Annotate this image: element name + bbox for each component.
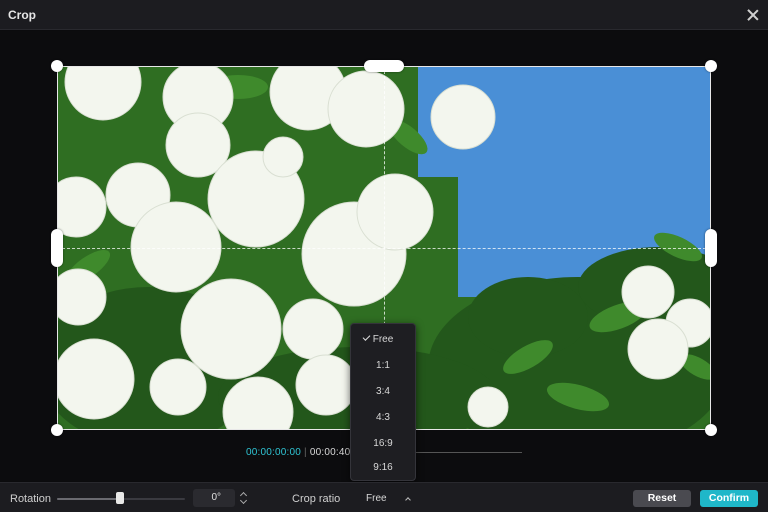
crop-handle-top[interactable] xyxy=(364,60,404,72)
ratio-option-free[interactable]: Free xyxy=(351,327,415,353)
crop-handle-left[interactable] xyxy=(51,229,63,267)
window-title: Crop xyxy=(8,8,36,22)
close-icon[interactable] xyxy=(744,6,762,24)
reset-button[interactable]: Reset xyxy=(633,490,691,507)
rotation-stepper[interactable] xyxy=(238,489,250,507)
ratio-option-16-9[interactable]: 16:9 xyxy=(351,431,415,457)
ratio-option-1-1[interactable]: 1:1 xyxy=(351,353,415,379)
title-bar: Crop xyxy=(0,0,768,30)
confirm-button[interactable]: Confirm xyxy=(700,490,758,507)
crop-ratio-label: Crop ratio xyxy=(292,493,341,505)
crop-handle-right[interactable] xyxy=(705,229,717,267)
timecode-display: 00:00:00:00 | 00:00:40:2 xyxy=(246,447,359,458)
rotation-input[interactable]: 0° xyxy=(193,489,235,507)
bottom-toolbar: Rotation 0° Crop ratio Free Reset Confir… xyxy=(0,482,768,512)
crop-handle-bottom-right[interactable] xyxy=(705,424,717,436)
crop-grid-horizontal-line xyxy=(57,248,711,249)
rotation-slider-thumb[interactable] xyxy=(116,492,124,504)
current-timecode: 00:00:00:00 xyxy=(246,447,302,458)
ratio-option-4-3[interactable]: 4:3 xyxy=(351,405,415,431)
timecode-separator: | xyxy=(304,447,307,458)
ratio-option-9-16[interactable]: 9:16 xyxy=(351,455,415,481)
ratio-option-3-4[interactable]: 3:4 xyxy=(351,379,415,405)
checkmark-icon xyxy=(362,333,371,341)
crop-handle-top-left[interactable] xyxy=(51,60,63,72)
rotation-slider-fill xyxy=(57,498,119,500)
chevron-down-icon[interactable] xyxy=(239,496,248,505)
playback-scrubber[interactable] xyxy=(412,452,522,453)
crop-ratio-select[interactable]: Free xyxy=(366,493,387,504)
crop-handle-bottom-left[interactable] xyxy=(51,424,63,436)
crop-ratio-dropdown-menu: Free 1:1 3:4 4:3 16:9 9:16 xyxy=(350,323,416,481)
chevron-up-icon[interactable] xyxy=(405,497,411,503)
crop-handle-top-right[interactable] xyxy=(705,60,717,72)
rotation-label: Rotation xyxy=(10,493,51,505)
